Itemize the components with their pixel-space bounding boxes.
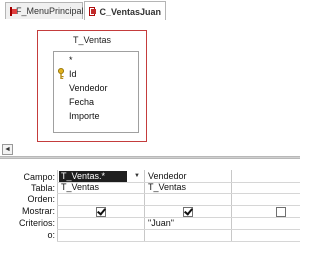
field-fecha[interactable]: Fecha [69, 96, 94, 109]
campo-cell-2[interactable]: Vendedor [146, 171, 230, 182]
orden-cell-1[interactable] [59, 193, 143, 204]
mostrar-checkbox-2[interactable] [183, 206, 193, 217]
pane-splitter[interactable] [0, 156, 300, 159]
row-label-campo: Campo: [23, 172, 55, 182]
grid-row-divider [57, 241, 300, 242]
tabla-cell-2[interactable]: T_Ventas [146, 182, 230, 193]
document-tab-bar: F_MenuPrincipal C_VentasJuan [0, 0, 300, 21]
field-list: * Id Vendedor Fecha Importe [53, 51, 139, 133]
grid-row-divider [57, 205, 300, 206]
grid-column-divider [231, 170, 232, 242]
row-label-orden: Orden: [27, 194, 55, 204]
field-vendedor[interactable]: Vendedor [69, 82, 108, 95]
field-all[interactable]: * [69, 54, 73, 67]
tab-c-ventasjuan[interactable]: C_VentasJuan [84, 1, 166, 21]
row-label-criterios: Criterios: [18, 218, 55, 228]
query-icon [89, 7, 97, 16]
tab-f-menuprincipal[interactable]: F_MenuPrincipal [5, 2, 84, 19]
grid-row-divider [57, 229, 300, 230]
row-label-o: o: [47, 230, 55, 240]
grid-column-divider [144, 170, 145, 242]
orden-cell-2[interactable] [146, 193, 230, 204]
tab-label: C_VentasJuan [99, 6, 161, 17]
mostrar-checkbox-1[interactable] [96, 206, 106, 217]
field-id[interactable]: Id [69, 68, 77, 81]
dropdown-arrow-icon[interactable]: ▼ [133, 171, 141, 182]
criterios-cell-1[interactable] [59, 218, 143, 229]
horizontal-scrollbar[interactable]: ◄ [0, 144, 300, 156]
row-label-mostrar: Mostrar: [21, 206, 55, 216]
checkmark-icon [97, 206, 106, 216]
query-design-upper-pane: T_Ventas * Id Vendedor Fecha Importe [0, 20, 300, 144]
criterios-cell-2[interactable]: "Juan" [146, 218, 230, 229]
grid-column-divider [57, 170, 58, 242]
query-design-grid: Campo: Tabla: Orden: Mostrar: Criterios:… [0, 170, 300, 253]
scroll-left-icon[interactable]: ◄ [2, 144, 13, 155]
form-icon [10, 6, 17, 16]
tabla-cell-3[interactable] [233, 182, 299, 193]
table-field-list-window[interactable]: T_Ventas * Id Vendedor Fecha Importe [37, 30, 147, 142]
row-label-tabla: Tabla: [30, 183, 55, 193]
tabla-cell-1[interactable]: T_Ventas [59, 182, 143, 193]
checkmark-icon [184, 206, 193, 216]
primary-key-icon [58, 68, 64, 79]
campo-cell-1[interactable]: T_Ventas.* [59, 171, 127, 182]
mostrar-checkbox-3[interactable] [276, 207, 286, 217]
campo-cell-3[interactable] [233, 171, 299, 182]
table-title: T_Ventas [72, 35, 112, 45]
tab-label: F_MenuPrincipal [16, 6, 84, 16]
field-importe[interactable]: Importe [69, 110, 100, 123]
